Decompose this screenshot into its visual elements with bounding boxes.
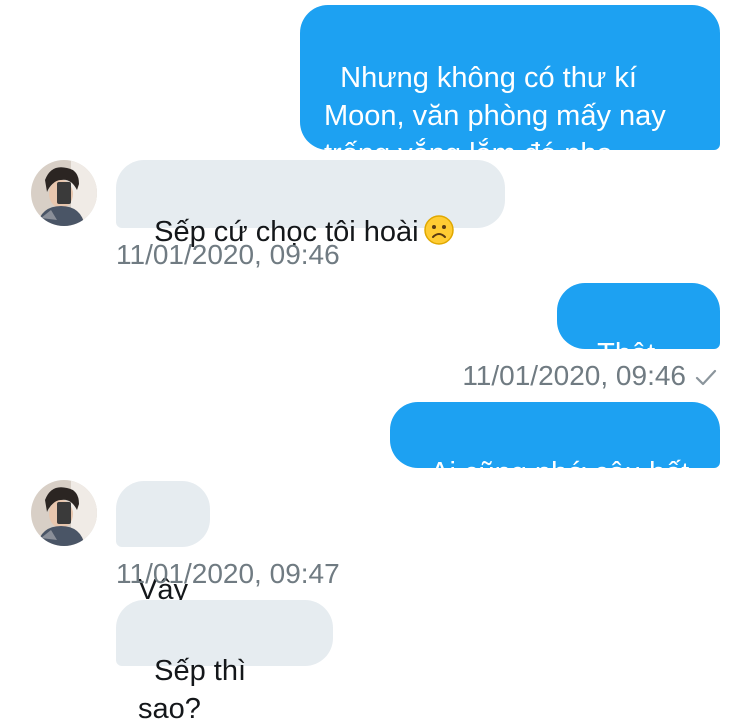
avatar-photo: [31, 480, 97, 546]
message-bubble-outgoing[interactable]: Thật mà: [557, 283, 720, 408]
message-bubble-incoming[interactable]: Sếp thì sao?: [116, 600, 333, 725]
message-bubble-incoming[interactable]: Sếp cứ chọc tôi hoài: [116, 160, 505, 248]
message-text: Nhưng không có thư kí Moon, văn phòng mấ…: [324, 62, 666, 170]
message-text: Ai cũng nhớ cậu hết: [430, 457, 690, 489]
avatar-photo: [31, 160, 97, 226]
message-timestamp: 11/01/2020, 09:46: [116, 239, 340, 270]
avatar[interactable]: [31, 160, 97, 226]
message-timestamp: 11/01/2020, 09:47: [116, 558, 340, 589]
message-bubble-outgoing[interactable]: Ai cũng nhớ cậu hết: [390, 402, 720, 489]
checkmark-icon: [694, 361, 718, 395]
message-bubble-incoming[interactable]: Vậy: [116, 481, 210, 606]
avatar[interactable]: [31, 480, 97, 546]
message-timestamp: 11/01/2020, 09:46: [462, 360, 686, 391]
frowning-face-emoji-icon: [423, 214, 455, 256]
message-timestamp-row: 11/01/2020, 09:46: [462, 359, 718, 395]
message-bubble-outgoing[interactable]: Nhưng không có thư kí Moon, văn phòng mấ…: [300, 5, 720, 170]
message-text: Sếp thì sao?: [138, 655, 255, 725]
